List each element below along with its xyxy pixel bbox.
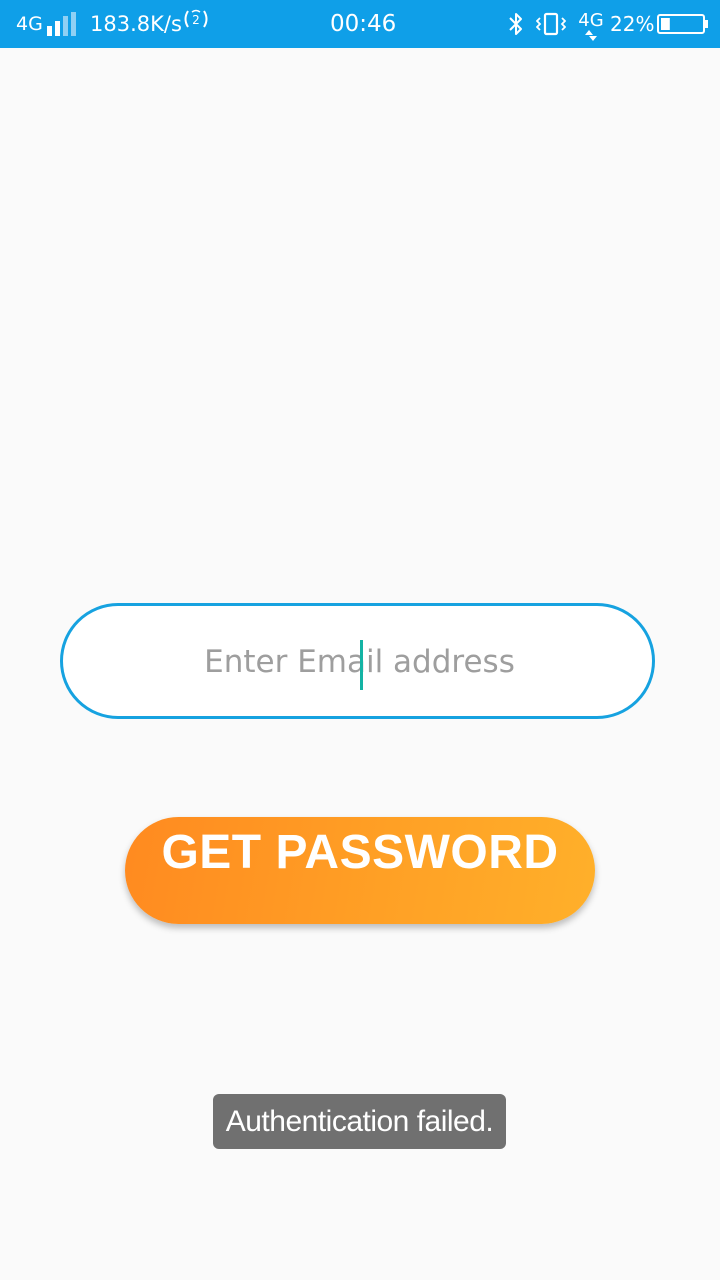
network-type-label: 4G <box>16 13 43 35</box>
status-bar: 4G 183.8K/s 2 00:46 4G 22% <box>0 0 720 48</box>
vibrate-icon <box>536 12 566 36</box>
get-password-button[interactable]: GET PASSWORD <box>125 817 595 924</box>
email-field[interactable] <box>60 603 656 719</box>
get-password-label: GET PASSWORD <box>161 826 559 879</box>
toast-message: Authentication failed. <box>225 1105 494 1138</box>
clock-time: 00:46 <box>330 11 397 37</box>
network-type-2-label: 4G <box>578 10 603 31</box>
text-cursor <box>360 640 363 690</box>
data-arrows-icon: 4G <box>578 10 604 41</box>
wifi-calling-icon: 2 <box>184 9 208 28</box>
toast: Authentication failed. <box>213 1094 506 1149</box>
signal-icon <box>47 12 76 36</box>
data-speed-label: 183.8K/s <box>90 12 182 36</box>
svg-text:2: 2 <box>192 13 200 27</box>
battery-icon <box>657 14 708 34</box>
bluetooth-icon <box>509 13 522 35</box>
battery-percent-label: 22% <box>610 12 655 36</box>
